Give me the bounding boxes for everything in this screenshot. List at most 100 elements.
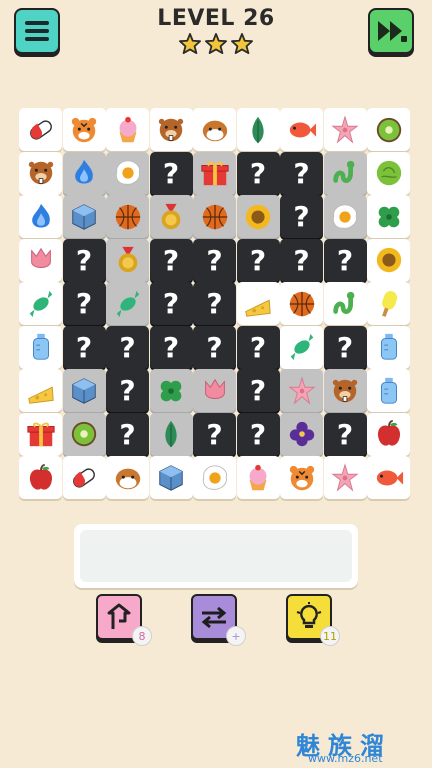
question-mark-glyph: ? [75, 243, 93, 277]
starflower-icon [331, 462, 359, 492]
tile-kiwi[interactable] [62, 412, 106, 456]
cheese-icon [245, 299, 271, 317]
fast-forward-ad-icon [378, 21, 407, 42]
tile-hamster[interactable] [193, 108, 236, 151]
tile-cube[interactable] [149, 456, 193, 499]
question-mark-glyph: ? [293, 243, 310, 277]
hidden-tile[interactable]: ? [236, 325, 280, 369]
tile-beaver[interactable] [323, 369, 367, 412]
tile-starflower[interactable] [280, 369, 323, 412]
starflower-icon [331, 114, 359, 144]
tile-medal[interactable] [106, 238, 149, 282]
snake-icon [333, 291, 355, 314]
medal-icon [118, 246, 137, 273]
tile-hamster[interactable] [106, 456, 149, 499]
tile-pill[interactable] [19, 108, 62, 151]
tile-popsicle[interactable] [367, 282, 410, 325]
hidden-tile[interactable]: ? [280, 238, 323, 282]
hidden-tile[interactable]: ? [193, 412, 236, 456]
hidden-tile[interactable]: ? [280, 151, 323, 195]
cube-icon [72, 377, 96, 404]
hidden-tile[interactable]: ? [236, 369, 280, 412]
tile-cupcake[interactable] [106, 108, 149, 151]
skip-level-button[interactable] [368, 8, 414, 54]
hidden-tile[interactable]: ? [193, 325, 236, 369]
hidden-tile[interactable]: ? [149, 238, 193, 282]
tile-tiger[interactable] [62, 108, 106, 151]
tile-sunflower[interactable] [367, 238, 410, 282]
tile-flame[interactable] [62, 151, 106, 195]
tile-beaver[interactable] [19, 151, 62, 195]
egg-icon [332, 203, 358, 229]
hidden-tile[interactable]: ? [149, 282, 193, 325]
tile-flame[interactable] [19, 195, 62, 238]
tile-bottle[interactable] [19, 325, 62, 369]
tile-clover[interactable] [367, 195, 410, 238]
hidden-tile[interactable]: ? [323, 238, 367, 282]
hidden-tile[interactable]: ? [62, 282, 106, 325]
tile-egg[interactable] [106, 151, 149, 195]
tile-bottle[interactable] [367, 325, 410, 369]
hidden-tile[interactable]: ? [106, 325, 149, 369]
tile-candy[interactable] [19, 282, 62, 325]
tile-cabbage[interactable] [367, 151, 410, 195]
tile-fish[interactable] [280, 108, 323, 151]
tile-violet[interactable] [280, 412, 323, 456]
tile-snake[interactable] [323, 151, 367, 195]
tile-candy[interactable] [106, 282, 149, 325]
tile-egg[interactable] [323, 195, 367, 238]
hidden-tile[interactable]: ? [106, 412, 149, 456]
tile-leaf[interactable] [149, 412, 193, 456]
tile-starflower[interactable] [323, 456, 367, 499]
question-mark-glyph: ? [119, 417, 136, 451]
candy-icon [290, 333, 313, 361]
tile-kiwi[interactable] [367, 108, 410, 151]
tile-beaver[interactable] [149, 108, 193, 151]
hidden-tile[interactable]: ? [236, 412, 280, 456]
hidden-tile[interactable]: ? [193, 238, 236, 282]
tile-tiger[interactable] [280, 456, 323, 499]
tile-cube[interactable] [62, 369, 106, 412]
sunflower-icon [376, 247, 401, 273]
tile-snake[interactable] [323, 282, 367, 325]
hidden-tile[interactable]: ? [236, 238, 280, 282]
tile-cube[interactable] [62, 195, 106, 238]
tile-fish[interactable] [367, 456, 410, 499]
tile-bottle[interactable] [367, 369, 410, 412]
basketball-icon [202, 204, 227, 229]
hidden-tile[interactable]: ? [149, 151, 193, 195]
tile-cupcake[interactable] [236, 456, 280, 499]
tile-sunflower[interactable] [236, 195, 280, 238]
hidden-tile[interactable]: ? [62, 238, 106, 282]
tile-starflower[interactable] [323, 108, 367, 151]
hidden-tile[interactable]: ? [193, 282, 236, 325]
hidden-tile[interactable]: ? [106, 369, 149, 412]
tile-candy[interactable] [280, 325, 323, 369]
hidden-tile[interactable]: ? [280, 195, 323, 238]
hidden-tile[interactable]: ? [236, 151, 280, 195]
hidden-tile[interactable]: ? [149, 325, 193, 369]
tile-tulip[interactable] [19, 238, 62, 282]
tile-egg[interactable] [193, 456, 236, 499]
leaf-icon [165, 420, 177, 448]
tile-clover[interactable] [149, 369, 193, 412]
tile-cheese[interactable] [19, 369, 62, 412]
tile-basketball[interactable] [193, 195, 236, 238]
tile-medal[interactable] [149, 195, 193, 238]
tile-cheese[interactable] [236, 282, 280, 325]
question-mark-glyph: ? [206, 330, 223, 364]
hidden-tile[interactable]: ? [323, 412, 367, 456]
hidden-tile[interactable]: ? [323, 325, 367, 369]
tile-gift[interactable] [19, 412, 62, 456]
hidden-tile[interactable]: ? [62, 325, 106, 369]
tile-leaf[interactable] [236, 108, 280, 151]
flame-icon [31, 203, 50, 228]
tile-pill[interactable] [62, 456, 106, 499]
tile-tulip[interactable] [193, 369, 236, 412]
tile-gift[interactable] [193, 151, 236, 195]
tile-apple[interactable] [367, 412, 410, 456]
tile-apple[interactable] [19, 456, 62, 499]
tile-basketball[interactable] [280, 282, 323, 325]
apple-icon [29, 463, 52, 490]
tile-basketball[interactable] [106, 195, 149, 238]
